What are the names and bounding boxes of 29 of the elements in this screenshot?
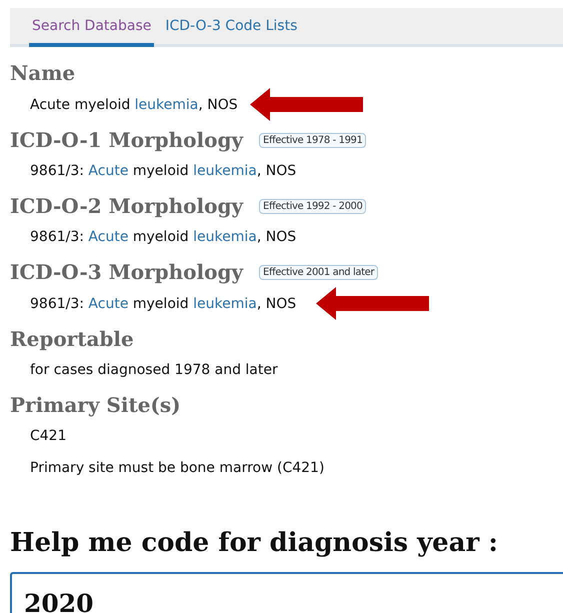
tab[interactable]: ICD-O-3 Code Lists bbox=[162, 8, 300, 47]
arrow-icon bbox=[316, 287, 430, 320]
field-value: 9861/3: Acute myeloid leukemia, NOS bbox=[30, 163, 296, 179]
term-link[interactable]: leukemia bbox=[134, 96, 198, 112]
effective-badge: Effective 1978 - 1991 bbox=[259, 132, 366, 148]
arrow-icon bbox=[250, 88, 363, 121]
term-link[interactable]: Acute bbox=[88, 296, 128, 312]
year-field[interactable]: 2020 bbox=[10, 572, 563, 613]
field-value: Primary site must be bone marrow (C421) bbox=[30, 460, 324, 476]
section-heading: Reportable bbox=[10, 326, 134, 353]
term-link[interactable]: leukemia bbox=[193, 229, 257, 245]
help-heading: Help me code for diagnosis year : bbox=[10, 528, 499, 558]
effective-badge: Effective 1992 - 2000 bbox=[259, 198, 366, 214]
effective-badge: Effective 2001 and later bbox=[259, 264, 378, 280]
tab[interactable]: Search Database bbox=[29, 8, 154, 47]
term-link[interactable]: Acute bbox=[88, 163, 128, 179]
field-value: 9861/3: Acute myeloid leukemia, NOS bbox=[30, 229, 296, 245]
term-link[interactable]: leukemia bbox=[193, 163, 257, 179]
section-heading: Primary Site(s) bbox=[10, 392, 181, 419]
field-value: C421 bbox=[30, 428, 66, 444]
field-value: for cases diagnosed 1978 and later bbox=[30, 362, 278, 378]
section-heading: ICD-O-3 Morphology bbox=[10, 259, 244, 286]
field-value: 9861/3: Acute myeloid leukemia, NOS bbox=[30, 296, 296, 312]
term-link[interactable]: leukemia bbox=[193, 296, 257, 312]
section-heading: Name bbox=[10, 60, 76, 87]
section-heading: ICD-O-1 Morphology bbox=[10, 127, 244, 154]
field-value: Acute myeloid leukemia, NOS bbox=[30, 96, 238, 112]
term-link[interactable]: Acute bbox=[88, 229, 128, 245]
section-heading: ICD-O-2 Morphology bbox=[10, 193, 244, 220]
